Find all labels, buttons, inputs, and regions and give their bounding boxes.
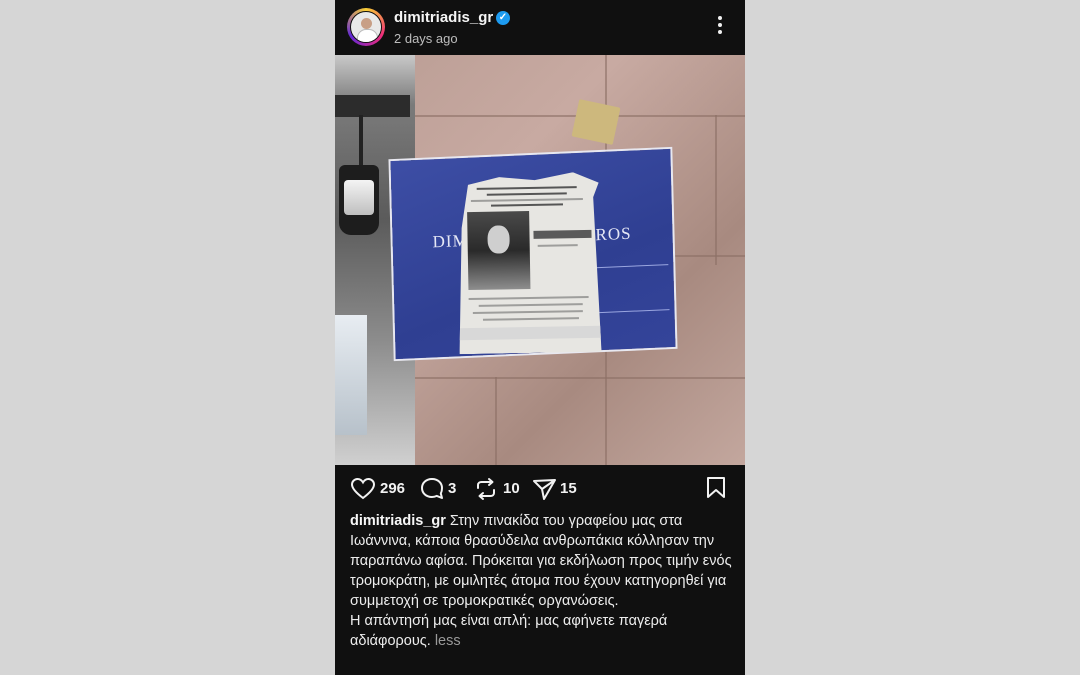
verified-badge-icon: ✓ <box>496 11 510 25</box>
post-container: dimitriadis_gr ✓ 2 days ago DIM ROS 296 … <box>335 0 745 675</box>
caption-text-2: Η απάντησή μας είναι απλή: μας αφήνετε π… <box>350 613 668 649</box>
less-link[interactable]: less <box>435 633 461 649</box>
bookmark-icon <box>707 477 725 498</box>
heart-icon <box>350 477 376 500</box>
left-letterbox <box>0 0 335 675</box>
more-options-icon[interactable] <box>715 16 725 38</box>
repost-button[interactable] <box>473 477 499 500</box>
post-actions: 296 3 10 15 <box>335 465 745 511</box>
repost-icon <box>477 478 495 500</box>
post-header: dimitriadis_gr ✓ 2 days ago <box>335 0 745 55</box>
poster <box>456 172 601 354</box>
caption-username[interactable]: dimitriadis_gr <box>350 513 446 529</box>
sign-text-right: ROS <box>595 223 632 245</box>
send-icon <box>533 479 556 500</box>
lamp-glass <box>344 180 374 215</box>
like-button[interactable] <box>350 477 376 500</box>
share-button[interactable] <box>532 477 558 500</box>
window-light <box>335 315 367 435</box>
post-username[interactable]: dimitriadis_gr <box>394 9 493 26</box>
save-button[interactable] <box>705 476 727 498</box>
avatar[interactable] <box>347 8 385 46</box>
post-time: 2 days ago <box>394 31 458 46</box>
comment-count: 3 <box>448 480 457 497</box>
post-caption: dimitriadis_gr Στην πινακίδα του γραφείο… <box>350 511 735 651</box>
comment-icon <box>421 478 443 499</box>
ceiling-beam <box>335 95 410 117</box>
comment-button[interactable] <box>420 477 446 499</box>
avatar-image <box>350 11 382 43</box>
brass-plate <box>571 99 621 145</box>
right-letterbox <box>745 0 1080 675</box>
like-count: 296 <box>380 480 406 497</box>
post-image[interactable]: DIM ROS <box>335 55 745 465</box>
repost-count: 10 <box>503 480 520 497</box>
share-count: 15 <box>560 480 577 497</box>
